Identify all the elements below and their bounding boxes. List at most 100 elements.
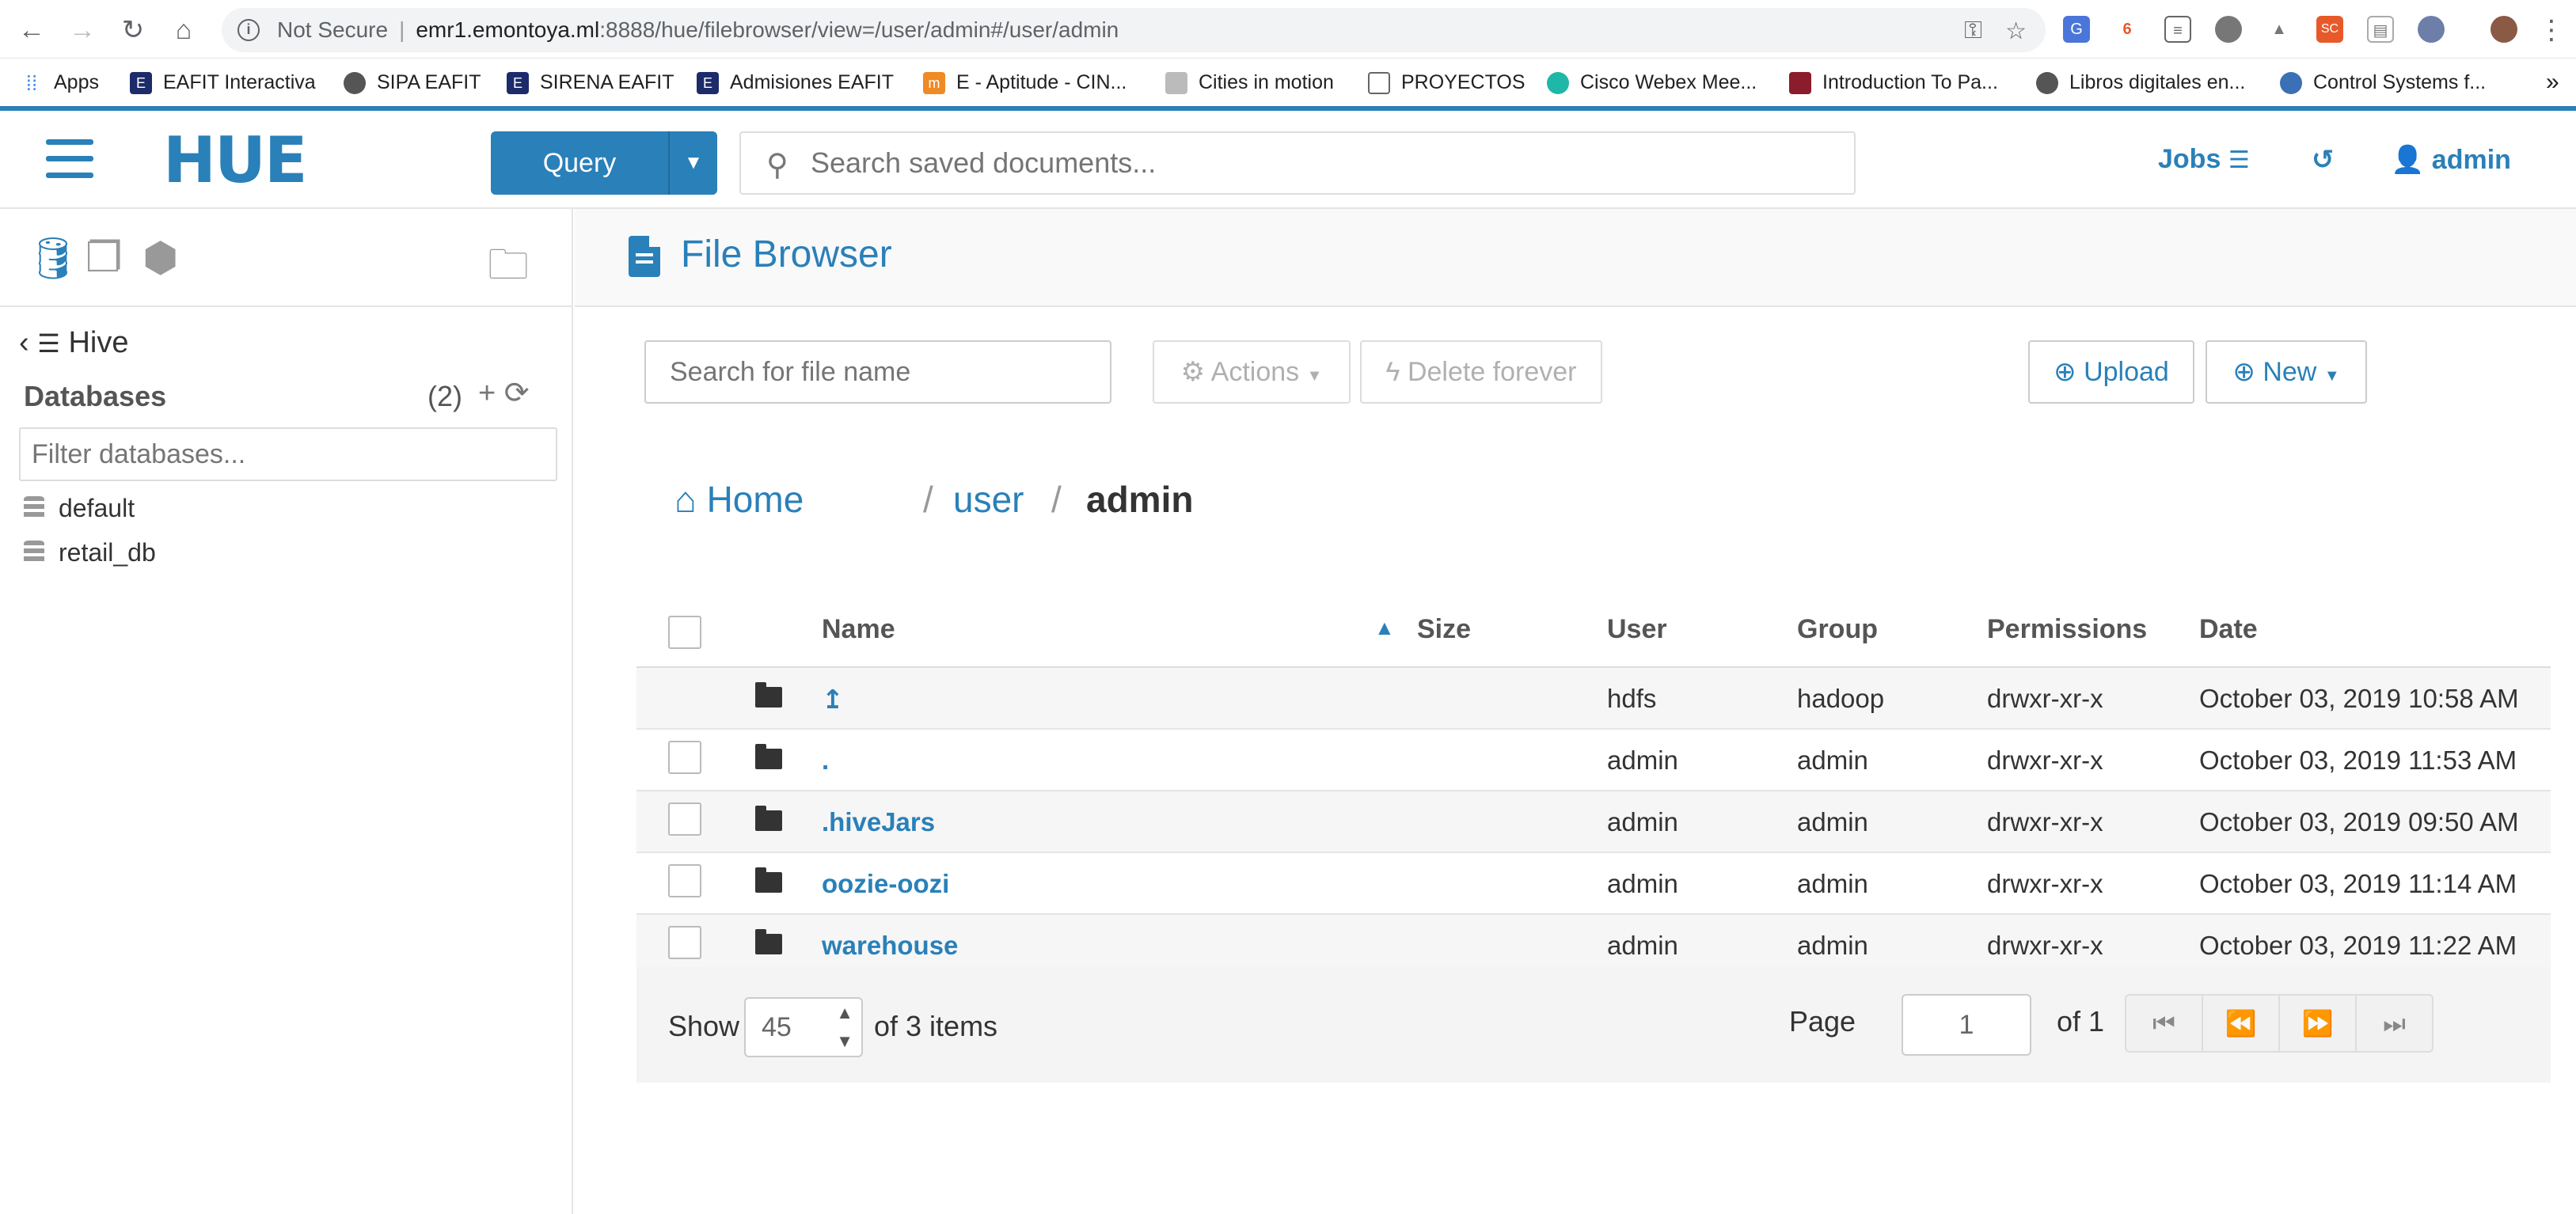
previous-page-icon[interactable]: ⏪ — [2203, 996, 2280, 1051]
column-user[interactable]: User — [1607, 614, 1667, 645]
key-icon[interactable]: ⚿ — [1964, 17, 1982, 44]
file-user: admin — [1607, 745, 1678, 775]
hive-source[interactable]: ‹ ☰ Hive — [19, 326, 129, 360]
cubes-icon[interactable]: ⬢ — [142, 234, 178, 282]
bookmark-item[interactable]: Libros digitales en... — [2036, 59, 2245, 106]
bookmark-item[interactable]: Cities in motion — [1165, 59, 1334, 106]
table-row[interactable]: oozie-oozi admin admin drwxr-xr-x Octobe… — [636, 853, 2551, 915]
folder-icon — [755, 744, 782, 769]
bookmark-item[interactable]: mE - Aptitude - CIN... — [923, 59, 1127, 106]
database-item[interactable]: default — [24, 494, 135, 523]
extension-icon[interactable]: SC — [2316, 16, 2343, 43]
star-icon[interactable]: ☆ — [2005, 17, 2027, 45]
eafit-icon: E — [697, 72, 719, 95]
table-row[interactable]: ↥ hdfs hadoop drwxr-xr-x October 03, 201… — [636, 668, 2551, 730]
moodle-icon: m — [923, 72, 945, 95]
jobs-button[interactable]: Jobs ☰ — [2158, 144, 2250, 175]
profile-avatar[interactable] — [2491, 16, 2517, 43]
info-icon[interactable]: i — [237, 19, 260, 41]
documents-icon[interactable]: ❐ — [85, 234, 123, 282]
hue-logo[interactable]: HUE — [163, 129, 308, 192]
databases-title: Databases — [24, 380, 167, 412]
upload-button[interactable]: ⊕ Upload — [2028, 340, 2194, 404]
hamburger-menu-icon[interactable] — [46, 139, 93, 184]
breadcrumb-home[interactable]: ⌂ Home — [674, 478, 804, 521]
chevron-down-icon: ▼ — [1306, 367, 1323, 385]
extension-icon[interactable]: ▤ — [2367, 16, 2394, 43]
extension-icon[interactable]: ≡ — [2164, 16, 2191, 43]
row-checkbox[interactable] — [668, 741, 701, 774]
address-bar[interactable]: i Not Secure | emr1.emontoya.ml:8888/hue/f… — [222, 8, 2046, 52]
filter-databases-input[interactable] — [19, 427, 557, 481]
plus-icon[interactable]: + — [478, 377, 496, 410]
table-row[interactable]: .hiveJars admin admin drwxr-xr-x October… — [636, 791, 2551, 853]
chevron-left-icon[interactable]: ‹ — [19, 326, 29, 359]
bookmark-item[interactable]: E Admisiones EAFIT — [697, 59, 894, 106]
bookmark-item[interactable]: SIPA EAFIT — [344, 59, 481, 106]
file-name-link[interactable]: . — [822, 745, 829, 776]
forward-icon[interactable]: → — [66, 14, 98, 46]
new-button[interactable]: ⊕ New ▼ — [2206, 340, 2367, 404]
select-all-checkbox[interactable] — [668, 616, 701, 649]
saved-documents-search[interactable]: ⚲ — [739, 131, 1856, 195]
table-row[interactable]: . admin admin drwxr-xr-x October 03, 201… — [636, 730, 2551, 791]
file-search-input[interactable] — [644, 340, 1111, 404]
file-name-link[interactable]: warehouse — [822, 931, 958, 961]
table-header: Name ▲ Size User Group Permissions Date — [636, 594, 2551, 668]
bookmark-item[interactable]: Introduction To Pa... — [1789, 59, 1998, 106]
breadcrumb-user[interactable]: user — [953, 478, 1024, 521]
column-size[interactable]: Size — [1417, 614, 1471, 645]
translate-icon[interactable]: G — [2063, 16, 2090, 43]
more-bookmarks-icon[interactable]: » — [2546, 59, 2559, 106]
last-page-icon[interactable]: ⏭ — [2357, 996, 2432, 1051]
drive-icon[interactable]: ▲ — [2266, 16, 2293, 43]
bookmark-item[interactable]: Cisco Webex Mee... — [1547, 59, 1757, 106]
bookmark-item[interactable]: Control Systems f... — [2280, 59, 2486, 106]
home-icon: ⌂ — [674, 479, 697, 520]
column-date[interactable]: Date — [2199, 614, 2258, 645]
user-menu[interactable]: 👤 admin — [2391, 144, 2511, 176]
file-name-link[interactable]: ↥ — [822, 684, 844, 715]
query-button[interactable]: Query ▼ — [491, 131, 717, 195]
database-icon[interactable]: 🛢 — [27, 234, 79, 283]
file-name-link[interactable]: .hiveJars — [822, 807, 935, 837]
row-checkbox[interactable] — [668, 802, 701, 836]
refresh-icon[interactable]: ⟳ — [504, 377, 530, 410]
row-checkbox[interactable] — [668, 864, 701, 897]
home-icon[interactable]: ⌂ — [168, 14, 199, 46]
chevron-down-icon[interactable]: ▼ — [668, 131, 717, 195]
menu-icon[interactable]: ⋮ — [2538, 14, 2565, 46]
reload-icon[interactable]: ↻ — [117, 14, 149, 46]
extension-icon[interactable]: 6 — [2114, 16, 2141, 43]
first-page-icon[interactable]: ⏮ — [2126, 996, 2203, 1051]
next-page-icon[interactable]: ⏩ — [2280, 996, 2357, 1051]
eafit-icon: E — [507, 72, 529, 95]
extension-icon[interactable] — [2215, 16, 2242, 43]
bookmark-item[interactable]: E EAFIT Interactiva — [130, 59, 316, 106]
page-number-input[interactable]: 1 — [1902, 994, 2031, 1056]
page-header: File Browser — [575, 209, 2576, 307]
page-size-select[interactable]: 45 ▲ ▼ — [744, 997, 863, 1057]
sort-ascending-icon[interactable]: ▲ — [1374, 616, 1395, 640]
delete-forever-button[interactable]: ϟ Delete forever — [1360, 340, 1602, 404]
file-permissions: drwxr-xr-x — [1987, 931, 2103, 960]
history-icon[interactable]: ↺ — [2312, 144, 2335, 176]
column-permissions[interactable]: Permissions — [1987, 614, 2147, 645]
search-input[interactable] — [811, 141, 1824, 185]
column-group[interactable]: Group — [1797, 614, 1878, 645]
extension-icon[interactable] — [2418, 16, 2445, 43]
back-icon[interactable]: ← — [16, 14, 47, 46]
row-checkbox[interactable] — [668, 926, 701, 959]
file-user: admin — [1607, 869, 1678, 898]
bookmarks-bar: ⁞⁞ Apps E EAFIT Interactiva SIPA EAFIT E SI… — [0, 59, 2576, 111]
crest-icon — [1789, 72, 1811, 95]
column-name[interactable]: Name — [822, 614, 895, 645]
bookmark-item[interactable]: PROYECTOS — [1368, 59, 1525, 106]
database-item[interactable]: retail_db — [24, 538, 156, 567]
folder-open-icon[interactable]: 🗀 — [488, 234, 529, 305]
apps-grid-icon: ⁞⁞ — [25, 71, 38, 96]
file-name-link[interactable]: oozie-oozi — [822, 869, 949, 899]
actions-button[interactable]: ⚙ Actions ▼ — [1153, 340, 1351, 404]
bookmark-item[interactable]: E SIRENA EAFIT — [507, 59, 674, 106]
bookmark-item[interactable]: ⁞⁞ Apps — [21, 59, 99, 106]
